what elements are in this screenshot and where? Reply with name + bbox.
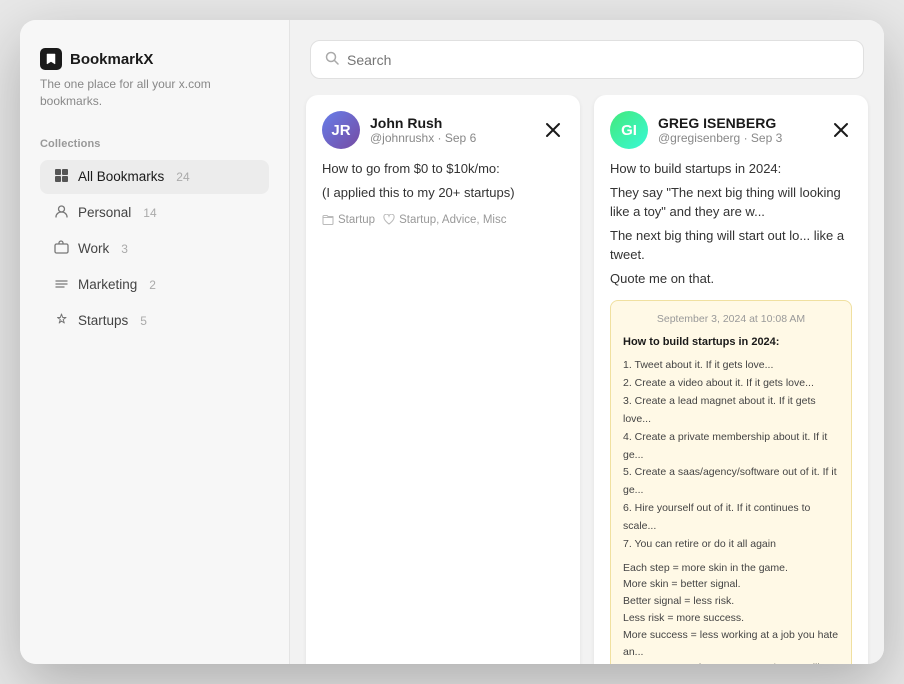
- startups-count: 5: [140, 314, 147, 328]
- all-bookmarks-icon: [52, 168, 70, 186]
- work-label: Work: [78, 241, 109, 256]
- personal-label: Personal: [78, 205, 131, 220]
- folder-tag-text: Startup: [338, 214, 375, 226]
- sidebar-item-personal[interactable]: Personal 14: [40, 196, 269, 230]
- sidebar-item-work[interactable]: Work 3: [40, 232, 269, 266]
- author-handle: @gregisenberg · Sep 3: [658, 131, 782, 145]
- work-icon: [52, 240, 70, 258]
- app-container: BookmarkX The one place for all your x.c…: [20, 20, 884, 664]
- work-count: 3: [121, 242, 128, 256]
- startups-icon: [52, 312, 70, 330]
- main-content: JR John Rush @johnrushx · Sep 6 How to g…: [290, 20, 884, 664]
- greg-line-1: They say "The next big thing will lookin…: [610, 183, 852, 222]
- avatar: JR: [322, 111, 360, 149]
- avatar: GI: [610, 111, 648, 149]
- card-author: JR John Rush @johnrushx · Sep 6: [322, 111, 476, 149]
- sidebar-item-marketing[interactable]: Marketing 2: [40, 268, 269, 302]
- marketing-count: 2: [149, 278, 156, 292]
- greg-line-3: Quote me on that.: [610, 269, 852, 289]
- sidebar-item-startups[interactable]: Startups 5: [40, 304, 269, 338]
- search-bar-wrap: [290, 20, 884, 95]
- card-preview: September 3, 2024 at 10:08 AM How to bui…: [610, 300, 852, 664]
- personal-count: 14: [143, 206, 156, 220]
- greg-line-2: The next big thing will start out lo... …: [610, 226, 852, 265]
- content-line-1: (I applied this to my 20+ startups): [322, 183, 564, 203]
- marketing-icon: [52, 276, 70, 294]
- content-line-0: How to go from $0 to $10k/mo:: [322, 159, 564, 179]
- cards-area: JR John Rush @johnrushx · Sep 6 How to g…: [290, 95, 884, 664]
- author-info: John Rush @johnrushx · Sep 6: [370, 115, 476, 146]
- author-name: John Rush: [370, 115, 476, 132]
- search-bar[interactable]: [310, 40, 864, 79]
- personal-icon: [52, 204, 70, 222]
- sidebar-item-all-bookmarks[interactable]: All Bookmarks 24: [40, 160, 269, 194]
- heart-tag: Startup, Advice, Misc: [383, 214, 506, 226]
- search-input[interactable]: [347, 52, 849, 68]
- all-bookmarks-count: 24: [176, 170, 189, 184]
- card-john-rush[interactable]: JR John Rush @johnrushx · Sep 6 How to g…: [306, 95, 580, 664]
- all-bookmarks-label: All Bookmarks: [78, 169, 164, 184]
- preview-title: How to build startups in 2024:: [623, 334, 839, 352]
- author-info: GREG ISENBERG @gregisenberg · Sep 3: [658, 115, 782, 146]
- logo-text: BookmarkX: [70, 51, 153, 68]
- preview-list: 1. Tweet about it. If it gets love...2. …: [623, 357, 839, 553]
- card-content: How to go from $0 to $10k/mo: (I applied…: [322, 159, 564, 202]
- logo-icon: [40, 48, 62, 70]
- preview-text: Each step = more skin in the game.More s…: [623, 560, 839, 664]
- collections-label: Collections: [40, 138, 269, 150]
- x-logo-icon: [542, 119, 564, 141]
- author-name: GREG ISENBERG: [658, 115, 782, 132]
- card-content: How to build startups in 2024: They say …: [610, 159, 852, 288]
- sidebar-logo: BookmarkX: [40, 48, 269, 70]
- folder-tag: Startup: [322, 214, 375, 226]
- sidebar-tagline: The one place for all your x.com bookmar…: [40, 76, 269, 110]
- card-tags: Startup Startup, Advice, Misc: [322, 214, 564, 226]
- search-icon: [325, 51, 339, 68]
- card-author: GI GREG ISENBERG @gregisenberg · Sep 3: [610, 111, 782, 149]
- preview-date: September 3, 2024 at 10:08 AM: [623, 311, 839, 328]
- greg-line-0: How to build startups in 2024:: [610, 159, 852, 179]
- card-header: GI GREG ISENBERG @gregisenberg · Sep 3: [610, 111, 852, 149]
- startups-label: Startups: [78, 313, 128, 328]
- sidebar-nav: All Bookmarks 24 Personal 14: [40, 160, 269, 338]
- sidebar: BookmarkX The one place for all your x.c…: [20, 20, 290, 664]
- card-header: JR John Rush @johnrushx · Sep 6: [322, 111, 564, 149]
- x-logo-icon: [830, 119, 852, 141]
- author-handle: @johnrushx · Sep 6: [370, 131, 476, 145]
- marketing-label: Marketing: [78, 277, 137, 292]
- card-greg-isenberg[interactable]: GI GREG ISENBERG @gregisenberg · Sep 3 H…: [594, 95, 868, 664]
- heart-tag-text: Startup, Advice, Misc: [399, 214, 506, 226]
